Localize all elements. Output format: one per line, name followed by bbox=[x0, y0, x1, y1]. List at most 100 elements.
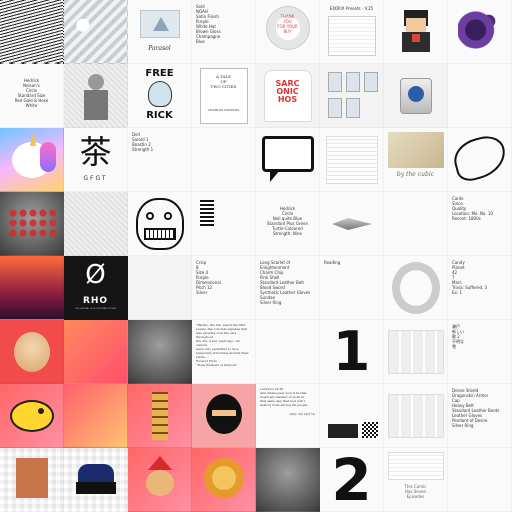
tile-empty-2[interactable] bbox=[192, 128, 256, 192]
tile-sunset[interactable] bbox=[0, 256, 64, 320]
tile-ring-zero[interactable] bbox=[384, 256, 448, 320]
tile-number-one[interactable]: 1 bbox=[320, 320, 384, 384]
rho-caption: RHO bbox=[82, 296, 109, 306]
tile-cubic[interactable]: by the cubic bbox=[384, 128, 448, 192]
planet-text: Candy Planet 42 7 Mars Trivia: Suffered,… bbox=[452, 260, 488, 295]
tile-hedrick-1[interactable]: Hedrick Nelson's Circle Standard Size Re… bbox=[0, 64, 64, 128]
leviticus-text: Leviticus 22:30 And whatsoever soul it b… bbox=[260, 387, 309, 407]
tile-dark-spikes[interactable] bbox=[0, 192, 64, 256]
tile-document-sheet[interactable] bbox=[320, 128, 384, 192]
parasol-caption: Parasol bbox=[148, 45, 171, 52]
tile-scanlines-art[interactable] bbox=[0, 0, 64, 64]
qr-label bbox=[328, 424, 358, 438]
tile-cards-row[interactable] bbox=[384, 320, 448, 384]
tile-thank-you[interactable]: THANK YOU FOR YOUR BUY bbox=[256, 0, 320, 64]
tile-lion-character[interactable] bbox=[192, 448, 256, 512]
tile-figure-sketch[interactable] bbox=[64, 64, 128, 128]
comic-caption: This Comic Has Seven Episodes bbox=[404, 484, 427, 499]
number-one-glyph: 1 bbox=[332, 320, 371, 383]
loot3-text: Dense Shield Dragonskin Armor Cap Heavy … bbox=[452, 388, 500, 428]
tile-red-blur[interactable] bbox=[64, 320, 128, 384]
tile-crisp-list[interactable]: Crisp 8 Size 4 Purple Dimensional Pitch … bbox=[192, 256, 256, 320]
phone-5 bbox=[346, 98, 360, 118]
tile-santa-character[interactable] bbox=[128, 448, 192, 512]
tile-dog-photo[interactable] bbox=[0, 320, 64, 384]
ring-shape bbox=[392, 262, 440, 314]
cards-stats-text: Cards Since Quality Location: Mo. No. 10… bbox=[452, 196, 493, 221]
cards-row-image bbox=[388, 330, 444, 374]
tile-speech-bubble[interactable] bbox=[256, 128, 320, 192]
tile-chain-photo[interactable] bbox=[64, 0, 128, 64]
japanese-text: 瀬戸 新しい 歌 2 不明な 雪 bbox=[452, 324, 464, 349]
rage-face-outline bbox=[136, 198, 184, 250]
swirl-shape bbox=[449, 131, 511, 185]
thumbnail-grid: Parasol Sold NOAH Satin Finish Purple Wh… bbox=[0, 0, 512, 512]
tile-empty-1[interactable] bbox=[448, 64, 512, 128]
comic-strip bbox=[388, 452, 444, 480]
tile-loot-list-2[interactable]: Long Scarlet of Enlightenment Charm Chip… bbox=[256, 256, 320, 320]
dog-head bbox=[14, 332, 50, 372]
tile-rho[interactable]: Ø RHO THE SURVIVAL OF A CORPORATE FUTURE bbox=[64, 256, 128, 320]
tile-rage-face[interactable] bbox=[128, 192, 192, 256]
cap-shape bbox=[78, 464, 114, 484]
tile-cards-row-2[interactable] bbox=[384, 384, 448, 448]
tile-pixel-monkey[interactable] bbox=[0, 448, 64, 512]
tile-loot-list-3[interactable]: Dense Shield Dragonskin Armor Cap Heavy … bbox=[448, 384, 512, 448]
tile-device[interactable] bbox=[384, 64, 448, 128]
giraffe-neck bbox=[152, 392, 168, 440]
tile-dark-portrait[interactable] bbox=[256, 448, 320, 512]
cards-row2-image bbox=[388, 394, 444, 438]
tile-ninja-art[interactable] bbox=[192, 384, 256, 448]
figure-head bbox=[88, 74, 104, 90]
parasol-image bbox=[140, 10, 180, 38]
tile-spike[interactable] bbox=[320, 192, 384, 256]
tile-reading[interactable]: Reading bbox=[320, 256, 384, 320]
tile-dark-creature[interactable] bbox=[128, 320, 192, 384]
shirt-text: SARC ONIC HOS bbox=[275, 79, 300, 104]
book-title: A TALE OF TWO CITIES bbox=[210, 74, 237, 89]
tile-calendar-stamp[interactable] bbox=[192, 192, 256, 256]
tile-giraffe[interactable] bbox=[128, 384, 192, 448]
tile-empty-3[interactable] bbox=[384, 192, 448, 256]
tile-list-dsb[interactable]: Doll Sarold 1 Boastin 2 Strength 1 bbox=[128, 128, 192, 192]
tile-japanese-text[interactable]: 瀬戸 新しい 歌 2 不明な 雪 bbox=[448, 320, 512, 384]
tile-empty-4[interactable] bbox=[448, 448, 512, 512]
tile-excerpt-1[interactable]: “Bacilio, the Sar, was in the Mid- Level… bbox=[192, 320, 256, 384]
tile-planet-stats[interactable]: Candy Planet 42 7 Mars Trivia: Suffered,… bbox=[448, 256, 512, 320]
tile-loot-list-1[interactable]: Sold NOAH Satin Finish Purple White Hat … bbox=[192, 0, 256, 64]
tile-hedrick-2[interactable]: Hedrick Circle Neil quite Blue Standard … bbox=[256, 192, 320, 256]
tile-gray-texture[interactable] bbox=[64, 192, 128, 256]
tile-phones-grid[interactable] bbox=[320, 64, 384, 128]
tile-number-two[interactable]: 2 bbox=[320, 448, 384, 512]
tile-presets[interactable]: EXOR® Presets - V.25 bbox=[320, 0, 384, 64]
tile-comic[interactable]: This Comic Has Seven Episodes bbox=[384, 448, 448, 512]
tile-free-rick[interactable]: FREE RICK bbox=[128, 64, 192, 128]
tile-gray-square[interactable] bbox=[128, 256, 192, 320]
tile-qr[interactable] bbox=[320, 384, 384, 448]
character-face bbox=[406, 18, 426, 32]
tile-yellow-bird[interactable] bbox=[0, 384, 64, 448]
tile-sarcastic-shirt[interactable]: SARC ONIC HOS bbox=[256, 64, 320, 128]
tile-excerpt-2[interactable] bbox=[256, 320, 320, 384]
cubic-image bbox=[388, 132, 444, 168]
tile-tea-character[interactable]: 茶 GFGT bbox=[64, 128, 128, 192]
tile-tale-two-cities[interactable]: A TALE OF TWO CITIES CHARLES DICKENS bbox=[192, 64, 256, 128]
purple-splash bbox=[458, 8, 502, 52]
phone-2 bbox=[346, 72, 360, 92]
rho-glyph: Ø bbox=[85, 260, 106, 290]
tile-splash[interactable] bbox=[448, 0, 512, 64]
tile-pixel-cap[interactable] bbox=[64, 448, 128, 512]
presets-preview bbox=[328, 16, 376, 56]
tile-gradient-orange[interactable] bbox=[64, 384, 128, 448]
character-badge bbox=[412, 34, 420, 42]
tile-unicorn[interactable] bbox=[0, 128, 64, 192]
free-rick-bottom: RICK bbox=[146, 110, 173, 121]
tile-leviticus[interactable]: Leviticus 22:30 And whatsoever soul it b… bbox=[256, 384, 320, 448]
tile-swirl[interactable] bbox=[448, 128, 512, 192]
loot2-text: Long Scarlet of Enlightenment Charm Chip… bbox=[260, 260, 311, 305]
rage-eye-right bbox=[164, 212, 172, 220]
unicorn-mane bbox=[40, 142, 56, 172]
tile-pixel-character[interactable] bbox=[384, 0, 448, 64]
tile-parasol[interactable]: Parasol bbox=[128, 0, 192, 64]
tile-cards-stats[interactable]: Cards Since Quality Location: Mo. No. 10… bbox=[448, 192, 512, 256]
